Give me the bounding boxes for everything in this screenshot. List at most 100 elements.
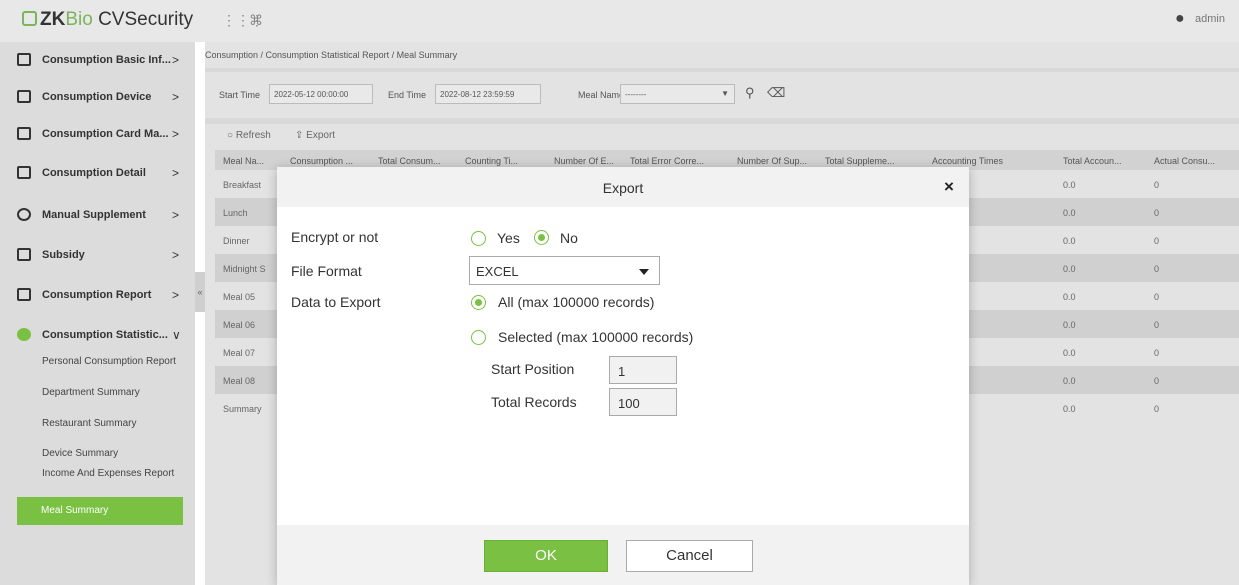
chevron-right-icon: > [172, 90, 180, 104]
sidebar: Consumption Basic Inf... > Consumption D… [0, 42, 195, 585]
close-icon[interactable]: × [944, 177, 954, 197]
file-format-select[interactable]: EXCEL [469, 256, 660, 285]
column-header[interactable]: Counting Ti... [465, 156, 518, 166]
breadcrumb-text: Consumption / Consumption Statistical Re… [205, 50, 458, 60]
search-icon[interactable]: ⚲ [745, 85, 755, 101]
app-logo[interactable]: ZKBio CVSecurity [22, 9, 193, 31]
cell-total-account: 0.0 [1063, 292, 1076, 302]
cell-actual-consumption: 0 [1154, 236, 1160, 246]
sidebar-item-label: Subsidy [42, 249, 85, 261]
total-records-input[interactable]: 100 [609, 388, 677, 416]
sidebar-collapse-toggle[interactable]: « [195, 272, 205, 312]
sidebar-item-consumption-basic-info[interactable]: Consumption Basic Inf... > [0, 42, 195, 78]
top-bar: ZKBio CVSecurity ⋮⋮⋮ ⌘ ● admin [0, 0, 1239, 42]
filter-bar: Start Time 2022-05-12 00:00:00 End Time … [205, 72, 1239, 118]
chevron-right-icon: > [172, 248, 180, 262]
column-header[interactable]: Total Consum... [378, 156, 441, 166]
sidebar-subitem-meal-summary[interactable]: Meal Summary [17, 497, 183, 525]
cell-total-account: 0.0 [1063, 376, 1076, 386]
start-time-input[interactable]: 2022-05-12 00:00:00 [269, 84, 373, 104]
start-time-label: Start Time [219, 90, 261, 100]
export-selected-radio[interactable] [471, 330, 486, 345]
encrypt-no-label[interactable]: No [560, 230, 578, 246]
sidebar-item-consumption-report[interactable]: Consumption Report > [0, 277, 195, 313]
refresh-icon: ○ [227, 130, 236, 141]
cell-meal-name: Midnight S [223, 264, 266, 274]
cell-meal-name: Meal 06 [223, 320, 256, 330]
export-button[interactable]: ⇪ Export [295, 130, 335, 141]
cell-total-account: 0.0 [1063, 348, 1076, 358]
chevron-right-icon: > [172, 288, 180, 302]
cell-actual-consumption: 0 [1154, 292, 1160, 302]
export-selected-label[interactable]: Selected (max 100000 records) [498, 329, 693, 345]
chevron-right-icon: > [172, 208, 180, 222]
logo-text-bio: Bio [65, 9, 93, 30]
meal-name-select[interactable]: -------- ▼ [620, 84, 735, 104]
meal-name-value: -------- [625, 90, 647, 99]
export-all-label[interactable]: All (max 100000 records) [498, 294, 654, 310]
column-header[interactable]: Total Accoun... [1063, 156, 1122, 166]
sidebar-subitem-restaurant-summary[interactable]: Restaurant Summary [42, 418, 182, 429]
cell-total-account: 0.0 [1063, 180, 1076, 190]
sidebar-subitem-income-expenses-report[interactable]: Income And Expenses Report [42, 468, 182, 479]
sidebar-item-label: Consumption Detail [42, 167, 146, 179]
cancel-button[interactable]: Cancel [626, 540, 753, 572]
cell-total-account: 0.0 [1063, 236, 1076, 246]
supplement-icon [17, 208, 31, 221]
sidebar-item-label: Consumption Device [42, 91, 152, 103]
encrypt-yes-radio[interactable] [471, 231, 486, 246]
sidebar-item-manual-supplement[interactable]: Manual Supplement > [0, 197, 195, 233]
card-icon [17, 127, 31, 140]
encrypt-yes-label[interactable]: Yes [497, 230, 520, 246]
sidebar-item-consumption-detail[interactable]: Consumption Detail > [0, 155, 195, 191]
cell-meal-name: Summary [223, 404, 262, 414]
clear-eraser-icon[interactable]: ⌫ [767, 85, 785, 101]
logo-text-zk: ZK [40, 9, 66, 30]
command-icon[interactable]: ⌘ [249, 12, 263, 29]
end-time-input[interactable]: 2022-08-12 23:59:59 [435, 84, 541, 104]
meal-name-label: Meal Name [578, 90, 625, 100]
column-header[interactable]: Total Error Corre... [630, 156, 704, 166]
column-header[interactable]: Consumption ... [290, 156, 353, 166]
cell-actual-consumption: 0 [1154, 180, 1160, 190]
column-header[interactable]: Total Suppleme... [825, 156, 895, 166]
cell-meal-name: Breakfast [223, 180, 262, 190]
sidebar-subitem-department-summary[interactable]: Department Summary [42, 387, 182, 398]
sidebar-item-subsidy[interactable]: Subsidy > [0, 237, 195, 273]
total-records-label: Total Records [491, 394, 577, 410]
sidebar-item-consumption-statistic[interactable]: Consumption Statistic... ∨ [0, 317, 195, 353]
start-position-input[interactable]: 1 [609, 356, 677, 384]
report-chart-icon [17, 288, 31, 301]
sidebar-subitem-device-summary[interactable]: Device Summary [42, 448, 182, 459]
user-name[interactable]: admin [1195, 13, 1225, 25]
data-to-export-label: Data to Export [291, 294, 381, 310]
sidebar-subitem-personal-consumption-report[interactable]: Personal Consumption Report [42, 356, 182, 367]
sidebar-item-label: Manual Supplement [42, 209, 146, 221]
column-header[interactable]: Actual Consu... [1154, 156, 1215, 166]
sidebar-item-consumption-card-management[interactable]: Consumption Card Ma... > [0, 116, 195, 152]
file-format-label: File Format [291, 263, 362, 279]
sidebar-item-consumption-device[interactable]: Consumption Device > [0, 79, 195, 115]
export-all-radio[interactable] [471, 295, 486, 310]
caret-down-icon [639, 269, 649, 275]
ok-button[interactable]: OK [484, 540, 608, 572]
cell-meal-name: Meal 08 [223, 376, 256, 386]
column-header[interactable]: Accounting Times [932, 156, 1003, 166]
encrypt-no-radio[interactable] [534, 230, 549, 245]
column-header[interactable]: Meal Na... [223, 156, 264, 166]
device-icon [17, 90, 31, 103]
cell-actual-consumption: 0 [1154, 376, 1160, 386]
cell-total-account: 0.0 [1063, 320, 1076, 330]
subsidy-icon [17, 248, 31, 261]
cell-meal-name: Meal 05 [223, 292, 256, 302]
cell-actual-consumption: 0 [1154, 208, 1160, 218]
cell-meal-name: Dinner [223, 236, 250, 246]
column-header[interactable]: Number Of Sup... [737, 156, 807, 166]
cell-total-account: 0.0 [1063, 264, 1076, 274]
sidebar-item-label: Consumption Card Ma... [42, 128, 169, 140]
chevron-right-icon: > [172, 127, 180, 141]
refresh-button[interactable]: ○ Refresh [227, 130, 271, 141]
user-avatar-icon[interactable]: ● [1175, 10, 1185, 28]
folder-icon [17, 53, 31, 66]
column-header[interactable]: Number Of E... [554, 156, 614, 166]
